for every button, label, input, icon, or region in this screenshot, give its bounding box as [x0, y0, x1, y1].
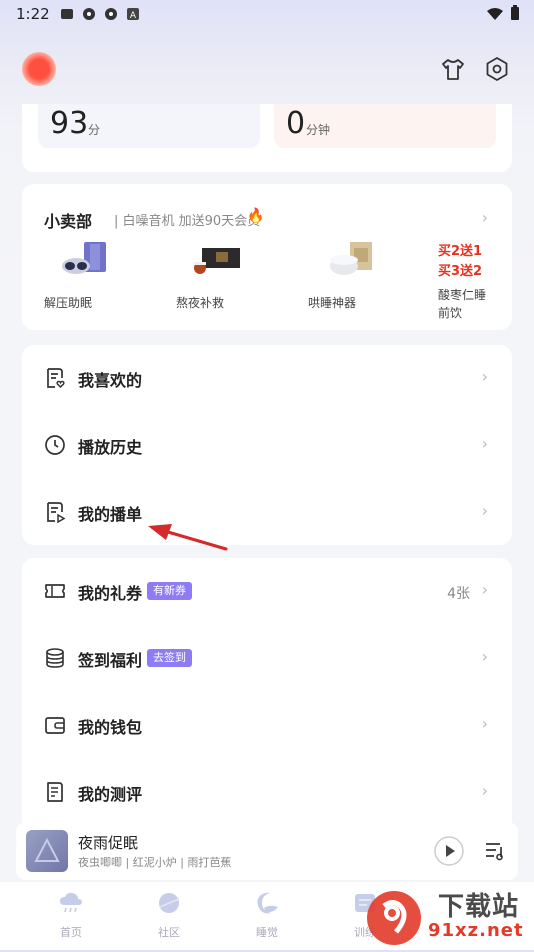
score-unit: 分 [88, 123, 101, 137]
tab-sleep[interactable]: 睡觉 [237, 890, 297, 940]
promo-line-1: 买2送1 [438, 244, 483, 259]
product-label: 熬夜补救 [176, 296, 225, 310]
product-item[interactable]: 熬夜补救 [176, 240, 276, 311]
rain-cloud-icon [58, 890, 84, 916]
menu-item-checkin[interactable]: 签到福利 去签到 › [22, 625, 512, 691]
settings-gear-icon[interactable] [484, 56, 510, 82]
shop-subtitle: | 白噪音机 加送90天会员 [114, 214, 261, 229]
sound-machine-product-icon [324, 240, 374, 280]
coupon-count: 4张 [447, 586, 470, 602]
tab-label: 睡觉 [256, 926, 278, 939]
minutes-stat[interactable]: 0 分钟 [274, 104, 496, 148]
assessment-icon [44, 781, 66, 803]
menu-item-playlists[interactable]: 我的播单 › [22, 479, 512, 545]
menu-item-label: 我的礼券 [78, 584, 143, 603]
watermark-text: 下载站 [438, 892, 520, 922]
menu-item-label: 播放历史 [78, 438, 143, 457]
checkin-badge[interactable]: 去签到 [147, 649, 192, 667]
menu-item-label: 签到福利 [78, 651, 143, 670]
library-menu-card: 我喜欢的 › 播放历史 › 我的播单 › [22, 345, 512, 545]
minutes-unit: 分钟 [306, 123, 331, 137]
chevron-right-icon: › [481, 580, 488, 599]
fire-icon: 🔥 [247, 208, 265, 224]
shop-title: 小卖部 [44, 212, 93, 231]
avatar[interactable] [22, 52, 56, 86]
watermark-url: 91xz.net [428, 920, 524, 941]
tab-community[interactable]: 社区 [139, 890, 199, 940]
track-cover [26, 830, 68, 872]
notification-icon: A [126, 6, 140, 21]
chevron-right-icon: › [481, 714, 488, 733]
notification-icon [82, 6, 96, 20]
chevron-right-icon: › [481, 208, 488, 227]
menu-item-label: 我的播单 [78, 505, 143, 524]
minutes-value: 0 [286, 106, 306, 141]
svg-text:A: A [130, 11, 137, 21]
tab-label: 首页 [60, 926, 82, 939]
menu-item-history[interactable]: 播放历史 › [22, 412, 512, 478]
play-button[interactable] [433, 835, 465, 867]
profile-header [0, 44, 534, 100]
product-label: 哄睡神器 [308, 296, 357, 310]
notification-icon [104, 6, 118, 20]
menu-item-label: 我的钱包 [78, 718, 143, 737]
product-label: 酸枣仁睡前饮 [438, 288, 487, 320]
planet-icon [156, 890, 182, 916]
shirt-icon[interactable] [440, 56, 466, 82]
menu-item-assessment[interactable]: 我的测评 › [22, 759, 512, 825]
new-coupon-badge: 有新券 [147, 582, 192, 600]
menu-item-coupons[interactable]: 我的礼券 有新券 4张 › [22, 558, 512, 624]
tab-label: 社区 [158, 926, 180, 939]
status-bar: 1:22 A [0, 0, 534, 28]
chevron-right-icon: › [481, 781, 488, 800]
chevron-right-icon: › [481, 501, 488, 520]
promo-line-2: 买3送2 [438, 264, 483, 279]
chevron-right-icon: › [481, 647, 488, 666]
mini-player[interactable]: 夜雨促眠 夜虫唧唧 | 红泥小炉 | 雨打芭蕉 [16, 822, 518, 880]
chevron-right-icon: › [481, 434, 488, 453]
product-item[interactable]: 买2送1 买3送2 酸枣仁睡前饮 [438, 240, 534, 322]
menu-item-wallet[interactable]: 我的钱包 › [22, 692, 512, 758]
menu-item-label: 我喜欢的 [78, 371, 143, 390]
stats-card: 93 分 0 分钟 [22, 104, 512, 172]
product-item[interactable]: 哄睡神器 [308, 240, 408, 311]
ticket-icon [44, 580, 66, 602]
track-subtitle: 夜虫唧唧 | 红泥小炉 | 雨打芭蕉 [78, 856, 232, 869]
notification-icon [60, 6, 74, 20]
wallet-icon [44, 714, 66, 736]
shop-card[interactable]: 小卖部 | 白噪音机 加送90天会员 🔥 › 解压助眠 熬夜补救 哄睡神器 买2… [22, 184, 512, 330]
product-label: 解压助眠 [44, 296, 93, 310]
clock-icon [44, 434, 66, 456]
wifi-icon [486, 6, 504, 25]
track-title: 夜雨促眠 [78, 834, 139, 852]
product-item[interactable]: 解压助眠 [44, 240, 144, 311]
score-stat[interactable]: 93 分 [38, 104, 260, 148]
moon-icon [254, 890, 280, 916]
score-value: 93 [50, 106, 89, 141]
playlist-icon [44, 501, 66, 524]
menu-item-label: 我的测评 [78, 785, 143, 804]
favorites-list-icon [44, 367, 66, 389]
chevron-right-icon: › [481, 367, 488, 386]
playlist-queue-icon[interactable] [484, 839, 508, 863]
tab-home[interactable]: 首页 [41, 890, 101, 940]
coins-icon [44, 647, 66, 669]
eye-mask-product-icon [60, 240, 110, 280]
battery-icon [510, 5, 520, 25]
notification-icons: A [60, 6, 140, 21]
gift-box-product-icon [192, 240, 242, 280]
menu-item-favorites[interactable]: 我喜欢的 › [22, 345, 512, 411]
status-time: 1:22 [16, 5, 50, 23]
benefits-menu-card: 我的礼券 有新券 4张 › 签到福利 去签到 › 我的钱包 › 我的测评 › [22, 558, 512, 828]
